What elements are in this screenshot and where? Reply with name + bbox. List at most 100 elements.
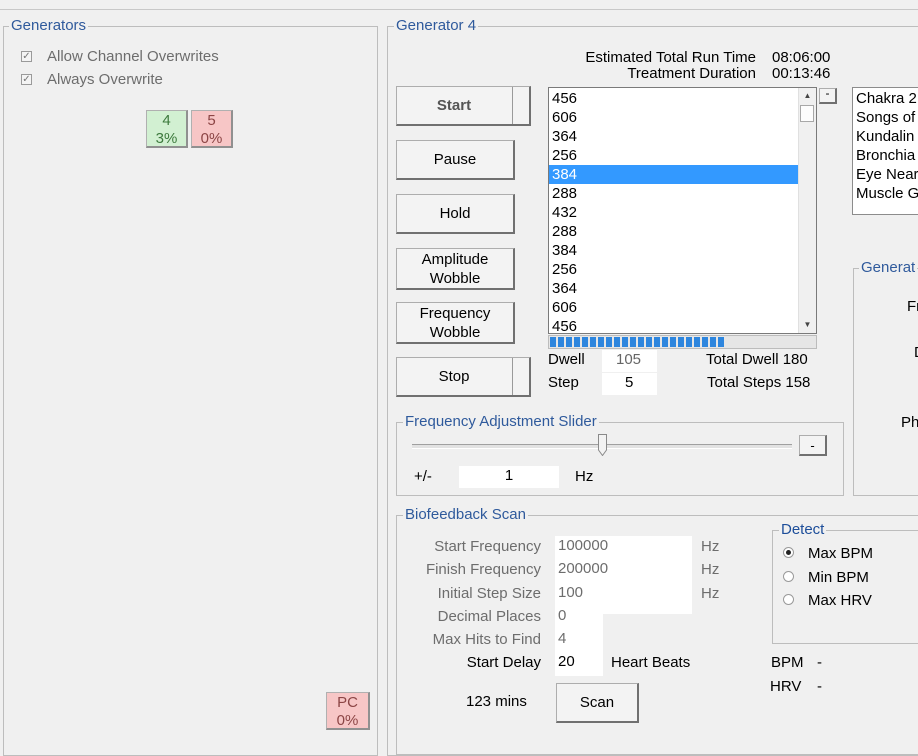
program-list-items: Chakra 2 Songs of Kundalin Bronchia Eye Near…: [853, 89, 918, 203]
list-minus-label: -: [825, 86, 830, 100]
pause-button-label: Pause: [433, 151, 477, 168]
initial-step-size-unit: Hz: [701, 585, 720, 602]
min-bpm-radio[interactable]: [783, 571, 794, 582]
amplitude-wobble-line1: Amplitude: [421, 250, 489, 268]
scroll-up-icon[interactable]: ▲: [799, 88, 816, 104]
start-button[interactable]: Start: [396, 86, 531, 126]
max-bpm-radio[interactable]: [783, 547, 794, 558]
generator-title: Generator 4: [394, 17, 479, 34]
treatment-duration-label: Treatment Duration: [627, 65, 756, 82]
allow-overwrites-label: Allow Channel Overwrites: [47, 48, 219, 65]
frequency-slider-title: Frequency Adjustment Slider: [403, 413, 599, 430]
always-overwrite-checkbox[interactable]: ✓: [21, 74, 32, 85]
amplitude-wobble-button[interactable]: Amplitude Wobble: [396, 248, 515, 290]
treatment-duration-value: 00:13:46: [772, 65, 831, 82]
detect-title: Detect: [779, 521, 827, 538]
scan-minutes: 123 mins: [466, 693, 527, 710]
frequency-list-item[interactable]: 384: [549, 165, 799, 184]
channel-tile-percent: 0%: [200, 130, 223, 147]
list-minus-button[interactable]: -: [819, 86, 837, 104]
step-field[interactable]: 5: [602, 373, 657, 395]
hold-button[interactable]: Hold: [396, 194, 515, 234]
frequency-list-item[interactable]: 456: [549, 317, 799, 333]
max-bpm-label: Max BPM: [808, 545, 874, 562]
frequency-list-item[interactable]: 288: [549, 222, 799, 241]
generators-title: Generators: [9, 17, 89, 34]
start-delay-label: Start Delay: [466, 654, 541, 671]
frequency-list-item[interactable]: 256: [549, 146, 799, 165]
max-hits-field[interactable]: 4: [555, 629, 603, 653]
pause-button[interactable]: Pause: [396, 140, 515, 180]
stop-button-split: [512, 358, 513, 395]
scroll-down-icon[interactable]: ▼: [799, 317, 816, 333]
plus-minus-label: +/-: [414, 468, 432, 485]
frequency-list-item[interactable]: 384: [549, 241, 799, 260]
program-list[interactable]: Chakra 2 Songs of Kundalin Bronchia Eye Near…: [852, 87, 918, 215]
max-hrv-radio[interactable]: [783, 594, 794, 605]
frequency-list-item[interactable]: 364: [549, 279, 799, 298]
bpm-value: -: [817, 654, 822, 671]
frequency-list-item[interactable]: 456: [549, 89, 799, 108]
frequency-wobble-line1: Frequency: [419, 304, 491, 322]
pc-tile-percent: 0%: [336, 712, 359, 729]
program-list-item[interactable]: Bronchia: [853, 146, 918, 165]
frequency-list-scrollbar[interactable]: ▲ ▼: [798, 88, 816, 333]
program-list-item[interactable]: Muscle G: [853, 184, 918, 203]
hrv-value: -: [817, 678, 822, 695]
start-button-label: Start: [436, 97, 472, 114]
pc-tile[interactable]: PC 0%: [326, 692, 370, 730]
step-label: Step: [548, 374, 579, 391]
slider-thumb[interactable]: [598, 434, 607, 457]
channel-tile-5[interactable]: 5 0%: [191, 110, 233, 148]
dwell-progress-fill: [550, 337, 725, 347]
start-frequency-unit: Hz: [701, 538, 720, 555]
dwell-field[interactable]: 105: [602, 350, 657, 372]
top-divider: [0, 9, 918, 10]
dwell-progress-bar: [548, 335, 817, 349]
start-frequency-field[interactable]: 100000: [555, 536, 692, 560]
settings-label-fr: Fr: [907, 298, 918, 315]
start-delay-field[interactable]: 20: [555, 652, 603, 676]
channel-tile-4[interactable]: 4 3%: [146, 110, 188, 148]
frequency-wobble-line2: Wobble: [429, 323, 481, 341]
program-list-item[interactable]: Kundalin: [853, 127, 918, 146]
frequency-list-items: 456 606 364 256 384 288 432 288 384 256 364 606 456: [549, 89, 799, 333]
slider-value-field[interactable]: 1: [459, 466, 559, 488]
finish-frequency-field[interactable]: 200000: [555, 559, 692, 583]
frequency-list-item[interactable]: 606: [549, 108, 799, 127]
scroll-thumb[interactable]: [800, 105, 814, 122]
allow-overwrites-checkbox[interactable]: ✓: [21, 51, 32, 62]
slider-minus-label: -: [810, 437, 815, 453]
frequency-list-item[interactable]: 364: [549, 127, 799, 146]
frequency-list-item[interactable]: 606: [549, 298, 799, 317]
generator-settings-title: Generat: [859, 259, 918, 276]
slider-minus-button[interactable]: -: [799, 435, 827, 456]
hrv-label: HRV: [770, 678, 802, 695]
slider-thumb-icon: [598, 434, 607, 457]
frequency-list-item[interactable]: 256: [549, 260, 799, 279]
program-list-item[interactable]: Songs of: [853, 108, 918, 127]
frequency-list-item[interactable]: 288: [549, 184, 799, 203]
channel-tile-percent: 3%: [155, 130, 178, 147]
finish-frequency-label: Finish Frequency: [425, 561, 541, 578]
scan-button[interactable]: Scan: [556, 683, 639, 723]
frequency-wobble-button[interactable]: Frequency Wobble: [396, 302, 515, 344]
max-hits-label: Max Hits to Find: [432, 631, 541, 648]
start-frequency-label: Start Frequency: [434, 538, 541, 555]
bpm-label: BPM: [771, 654, 804, 671]
decimal-places-field[interactable]: 0: [555, 606, 603, 630]
program-list-item[interactable]: Chakra 2: [853, 89, 918, 108]
frequency-list-item[interactable]: 432: [549, 203, 799, 222]
dwell-label: Dwell: [548, 351, 585, 368]
start-button-split: [512, 87, 513, 124]
biofeedback-title: Biofeedback Scan: [403, 506, 528, 523]
settings-label-ph: Ph: [901, 414, 918, 431]
always-overwrite-label: Always Overwrite: [47, 71, 163, 88]
program-list-item[interactable]: Eye Near: [853, 165, 918, 184]
settings-label-d: D: [914, 344, 918, 362]
min-bpm-label: Min BPM: [808, 569, 869, 586]
frequency-list[interactable]: 456 606 364 256 384 288 432 288 384 256 364 606 456 …: [548, 87, 817, 334]
stop-button-label: Stop: [438, 368, 470, 385]
max-hrv-label: Max HRV: [808, 592, 872, 609]
stop-button[interactable]: Stop: [396, 357, 531, 397]
